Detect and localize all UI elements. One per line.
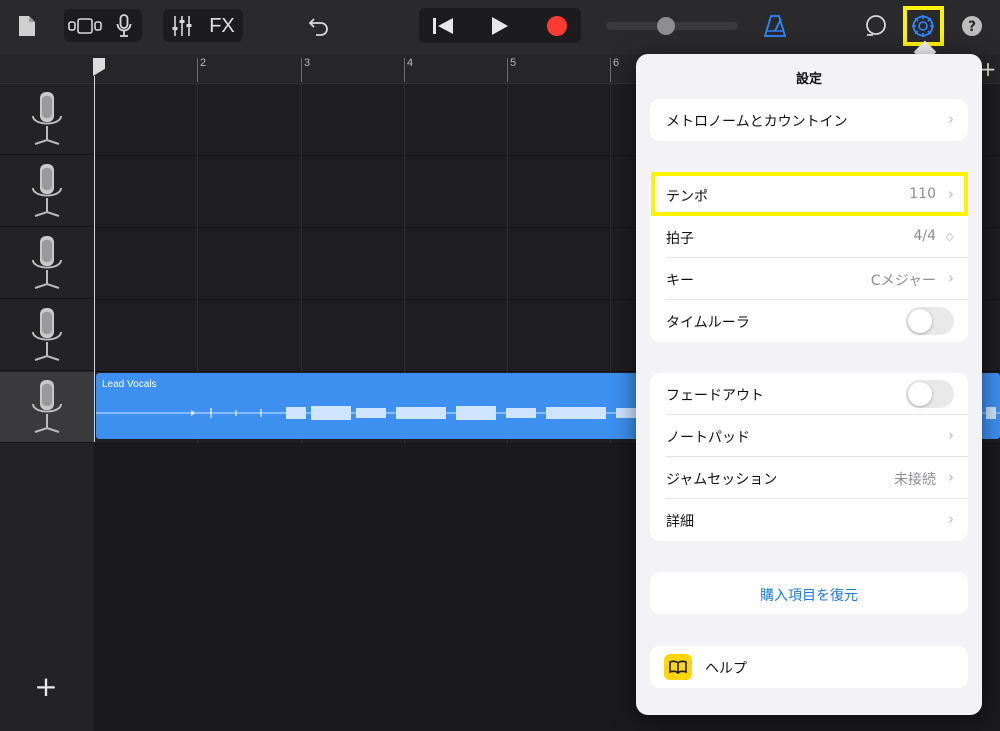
row-label: 詳細 (666, 514, 694, 530)
row-label: フェードアウト (666, 388, 764, 404)
condenser-mic-icon (32, 92, 62, 145)
help-icon: ? (962, 16, 982, 36)
ruler-bar-number: 5 (510, 57, 517, 69)
garageband-window: FX ? 2 3 4 5 6 + Lead Vocals + 設定 メトロノーム… (0, 0, 1000, 731)
row-label: ヘルプ (705, 661, 747, 677)
microphone-icon (116, 14, 132, 37)
record-button[interactable] (537, 10, 577, 41)
row-label: ジャムセッション (666, 472, 778, 488)
time-ruler-toggle[interactable] (906, 307, 954, 335)
track-headers (0, 84, 94, 731)
track-header[interactable] (0, 156, 94, 227)
condenser-mic-icon (32, 236, 62, 289)
plus-icon: + (34, 670, 58, 703)
track-header[interactable] (0, 228, 94, 299)
notepad-row[interactable]: ノートパッド › (650, 415, 968, 457)
jam-session-status: 未接続 (894, 472, 936, 488)
plus-icon: + (979, 57, 997, 81)
fade-out-toggle[interactable] (906, 380, 954, 408)
book-icon (664, 654, 692, 680)
ruler-bar-number: 4 (407, 57, 414, 69)
toggle-knob (908, 382, 932, 406)
toggle-knob (908, 309, 932, 333)
track-header[interactable] (0, 300, 94, 371)
fade-out-row: フェードアウト (650, 373, 968, 415)
chevron-right-icon: › (948, 269, 954, 287)
track-header[interactable] (0, 84, 94, 155)
help-button[interactable]: ? (958, 12, 986, 40)
browser-button[interactable] (66, 11, 104, 41)
ruler-tick (301, 58, 302, 82)
key-row[interactable]: キー Cメジャー › (650, 258, 968, 300)
jam-session-row[interactable]: ジャムセッション 未接続 › (650, 457, 968, 499)
row-label: タイムルーラ (666, 315, 750, 331)
record-icon (547, 15, 567, 36)
loop-browser-button[interactable] (860, 12, 892, 40)
settings-popover: 設定 メトロノームとカウントイン › テンポ 110 › 拍子 4/4 ◇ キー (636, 54, 982, 715)
restore-group: 購入項目を復元 (650, 572, 968, 614)
popover-title: 設定 (795, 72, 822, 87)
advanced-row[interactable]: 詳細 › (650, 499, 968, 541)
volume-slider-track (606, 17, 738, 35)
skip-back-icon (433, 17, 453, 34)
time-ruler-row: タイムルーラ (650, 300, 968, 342)
chevron-right-icon: › (948, 468, 954, 486)
master-volume-slider[interactable] (605, 14, 739, 38)
time-signature-row[interactable]: 拍子 4/4 ◇ (650, 216, 968, 258)
instrument-button[interactable] (108, 11, 140, 41)
fx-button[interactable]: FX (204, 11, 240, 41)
chevron-right-icon: › (948, 510, 954, 528)
svg-text:?: ? (968, 19, 976, 35)
settings-highlight (903, 6, 944, 46)
tempo-highlight (651, 172, 968, 216)
condenser-mic-icon (32, 308, 62, 361)
go-to-beginning-button[interactable] (423, 10, 463, 41)
row-label: キー (666, 273, 694, 289)
mixer-sliders-icon (172, 16, 192, 36)
ruler-tick (610, 58, 611, 82)
condenser-mic-icon (32, 164, 62, 217)
chevron-right-icon: › (948, 110, 954, 128)
play-icon (492, 16, 508, 35)
help-row[interactable]: ヘルプ (650, 646, 968, 688)
tracks-view-icon (68, 18, 102, 34)
ruler-bar-number: 2 (200, 57, 207, 69)
row-label: ノートパッド (666, 430, 750, 446)
ruler-tick (404, 58, 405, 82)
document-icon (19, 16, 35, 36)
loop-icon (866, 15, 886, 36)
ruler-tick (197, 58, 198, 82)
toolbar: FX ? (0, 0, 1000, 54)
ruler-bar-number: 6 (613, 57, 620, 69)
undo-button[interactable] (304, 12, 334, 40)
project-group: フェードアウト ノートパッド › ジャムセッション 未接続 › 詳細 › (650, 373, 968, 541)
mixer-button[interactable] (166, 11, 198, 41)
playhead-line (94, 76, 95, 442)
undo-icon (308, 18, 328, 36)
restore-purchases-button[interactable]: 購入項目を復元 (650, 585, 968, 605)
play-button[interactable] (480, 10, 520, 41)
ruler-bar-number: 3 (304, 57, 311, 69)
row-label: 拍子 (666, 231, 694, 247)
condenser-mic-icon (32, 380, 62, 433)
metronome-icon (764, 15, 786, 37)
key-value: Cメジャー (870, 273, 936, 289)
my-songs-button[interactable] (14, 12, 40, 40)
chevron-right-icon: › (948, 426, 954, 444)
metronome-group: メトロノームとカウントイン › (650, 99, 968, 141)
chevron-updown-icon: ◇ (945, 230, 954, 243)
track-header-selected[interactable] (0, 372, 94, 443)
time-signature-value: 4/4 (913, 228, 936, 244)
ruler-tick (507, 58, 508, 82)
metronome-countin-row[interactable]: メトロノームとカウントイン › (650, 99, 968, 141)
row-label: メトロノームとカウントイン (666, 114, 848, 130)
add-track-button[interactable]: + (33, 673, 59, 701)
metronome-button[interactable] (760, 12, 790, 40)
help-group: ヘルプ (650, 646, 968, 688)
